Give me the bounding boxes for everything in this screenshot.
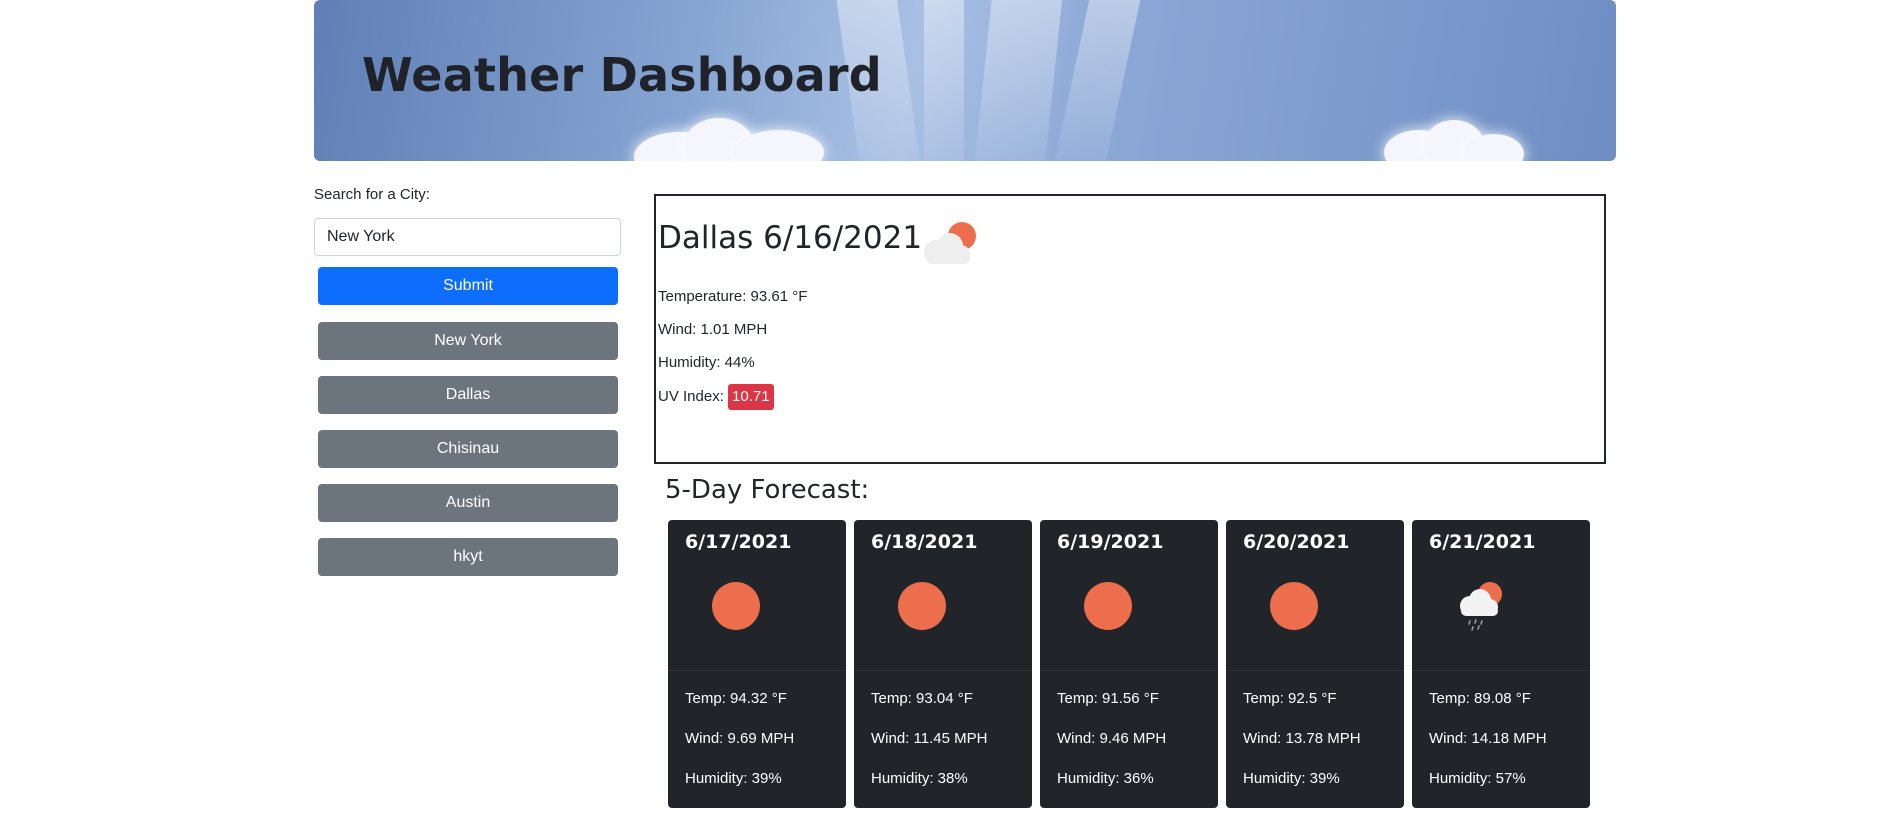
forecast-wind: Wind: 13.78 MPH (1243, 730, 1361, 747)
submit-button[interactable]: Submit (318, 267, 618, 305)
forecast-row: 6/17/2021 Temp: 94.32 °F Wind: 9.69 MPH … (668, 520, 1598, 808)
forecast-humidity: Humidity: 57% (1429, 770, 1526, 787)
forecast-date: 6/21/2021 (1429, 531, 1536, 553)
page-container: Weather Dashboard (314, 0, 1616, 161)
sun-icon (1270, 582, 1318, 630)
page-title: Weather Dashboard (362, 48, 882, 102)
forecast-card: 6/21/2021 Temp: 89.08 °F Wind: 14.18 MPH… (1412, 520, 1590, 808)
forecast-date: 6/20/2021 (1243, 531, 1350, 553)
forecast-wind: Wind: 9.46 MPH (1057, 730, 1167, 747)
forecast-date: 6/17/2021 (685, 531, 792, 553)
sun-icon (1084, 582, 1132, 630)
forecast-temp: Temp: 91.56 °F (1057, 690, 1159, 707)
current-wind: Wind: 1.01 MPH (658, 321, 768, 338)
forecast-humidity: Humidity: 36% (1057, 770, 1154, 787)
forecast-card: 6/20/2021 Temp: 92.5 °F Wind: 13.78 MPH … (1226, 520, 1404, 808)
card-divider (1412, 670, 1590, 671)
forecast-card: 6/18/2021 Temp: 93.04 °F Wind: 11.45 MPH… (854, 520, 1032, 808)
card-divider (1040, 670, 1218, 671)
history-button-austin[interactable]: Austin (318, 484, 618, 522)
sun-behind-cloud-icon (924, 222, 976, 264)
forecast-humidity: Humidity: 38% (871, 770, 968, 787)
sky-ray (924, 0, 964, 161)
current-humidity: Humidity: 44% (658, 354, 755, 371)
current-city-date: Dallas 6/16/2021 (658, 220, 923, 256)
rain-cloud-sun-icon (1460, 582, 1502, 631)
forecast-date: 6/18/2021 (871, 531, 978, 553)
forecast-wind: Wind: 11.45 MPH (871, 730, 988, 747)
search-sidebar: Search for a City: Submit New York Dalla… (314, 186, 621, 592)
current-temperature: Temperature: 93.61 °F (658, 288, 808, 305)
forecast-temp: Temp: 94.32 °F (685, 690, 787, 707)
forecast-temp: Temp: 89.08 °F (1429, 690, 1531, 707)
uv-badge: 10.71 (728, 384, 774, 410)
card-divider (668, 670, 846, 671)
uv-label: UV Index: (658, 388, 724, 405)
sky-ray (971, 0, 1064, 161)
card-divider (1226, 670, 1404, 671)
history-button-new-york[interactable]: New York (318, 322, 618, 360)
forecast-heading: 5-Day Forecast: (665, 475, 870, 505)
forecast-wind: Wind: 14.18 MPH (1429, 730, 1547, 747)
forecast-wind: Wind: 9.69 MPH (685, 730, 795, 747)
forecast-humidity: Humidity: 39% (685, 770, 782, 787)
forecast-temp: Temp: 92.5 °F (1243, 690, 1337, 707)
search-label: Search for a City: (314, 186, 430, 203)
sky-ray (1048, 0, 1144, 161)
forecast-card: 6/17/2021 Temp: 94.32 °F Wind: 9.69 MPH … (668, 520, 846, 808)
forecast-card: 6/19/2021 Temp: 91.56 °F Wind: 9.46 MPH … (1040, 520, 1218, 808)
forecast-humidity: Humidity: 39% (1243, 770, 1340, 787)
current-uv: UV Index: 10.71 (658, 384, 774, 410)
forecast-temp: Temp: 93.04 °F (871, 690, 973, 707)
forecast-date: 6/19/2021 (1057, 531, 1164, 553)
history-button-dallas[interactable]: Dallas (318, 376, 618, 414)
sun-icon (712, 582, 760, 630)
search-history-list: New York Dallas Chisinau Austin hkyt (314, 322, 621, 576)
history-button-chisinau[interactable]: Chisinau (318, 430, 618, 468)
card-divider (854, 670, 1032, 671)
city-search-input[interactable] (314, 218, 621, 256)
history-button-hkyt[interactable]: hkyt (318, 538, 618, 576)
current-weather-panel: Dallas 6/16/2021 Temperature: 93.61 °F W… (654, 194, 1606, 464)
sun-icon (898, 582, 946, 630)
header-banner: Weather Dashboard (314, 0, 1616, 161)
